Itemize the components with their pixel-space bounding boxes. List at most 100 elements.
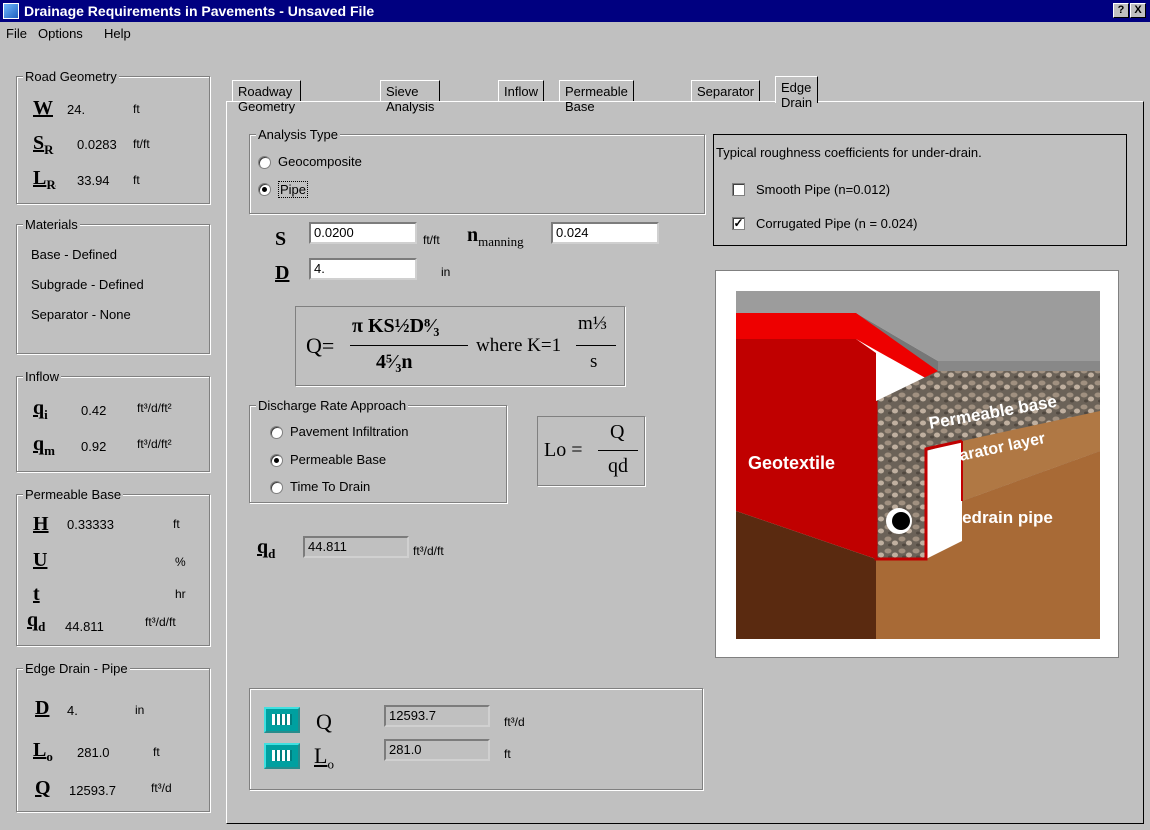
discharge-title: Discharge Rate Approach (256, 398, 409, 413)
materials-subgrade: Subgrade - Defined (31, 277, 144, 292)
formula-k-bar (576, 345, 616, 346)
tab-roadway-geometry[interactable]: Roadway Geometry (232, 80, 302, 114)
lr-symbol: LR (33, 167, 56, 192)
help-button[interactable]: ? (1113, 3, 1129, 18)
t-unit: hr (175, 587, 186, 601)
lo-formula-lhs: Lo = (544, 439, 583, 461)
result-lo-symbol: Lo (314, 743, 334, 772)
smooth-pipe-label[interactable]: Smooth Pipe (n=0.012) (756, 182, 890, 197)
menu-options[interactable]: Options (38, 26, 83, 41)
label-geotextile: Geotextile (748, 453, 835, 473)
window-title: Drainage Requirements in Pavements - Uns… (24, 3, 375, 19)
app-icon (3, 3, 19, 19)
lo-formula-bar (598, 450, 638, 451)
q-symbol: Q (35, 777, 51, 799)
sr-symbol: SR (33, 132, 54, 157)
radio-time-to-drain[interactable] (270, 481, 283, 494)
lo-unit: ft (153, 745, 160, 759)
formula-where: where K=1 (476, 335, 562, 356)
road-geometry-group: Road Geometry W 24. ft SR 0.0283 ft/ft L… (16, 69, 210, 204)
tab-edge-drain[interactable]: Edge Drain (775, 76, 819, 110)
menu-help[interactable]: Help (104, 26, 131, 41)
calculate-lo-button[interactable] (264, 743, 300, 769)
results-group: Q 12593.7 ft³/d Lo 281.0 ft (249, 688, 703, 790)
tab-permeable-base[interactable]: Permeable Base (559, 80, 634, 114)
edge-drain-panel: Analysis Type Geocomposite Pipe S 0.0200… (226, 101, 1144, 824)
radio-pipe[interactable] (258, 183, 271, 196)
qd-field-symbol: qd (257, 536, 276, 561)
roughness-title: Typical roughness coefficients for under… (716, 145, 982, 160)
analysis-type-group: Analysis Type Geocomposite Pipe (249, 127, 705, 214)
materials-base: Base - Defined (31, 247, 117, 262)
h-unit: ft (173, 517, 180, 531)
n-manning-input[interactable]: 0.024 (551, 222, 659, 244)
corrugated-pipe-label[interactable]: Corrugated Pipe (n = 0.024) (756, 216, 918, 231)
tab-inflow[interactable]: Inflow (498, 80, 544, 102)
n-manning-symbol: nmanning (467, 224, 524, 249)
pavement-infiltration-label[interactable]: Pavement Infiltration (290, 424, 409, 439)
lo-formula: Lo = Q qd (537, 416, 645, 486)
permeable-base-title: Permeable Base (23, 487, 124, 502)
edge-drain-group: Edge Drain - Pipe D 4. in Lo 281.0 ft Q … (16, 661, 210, 812)
tab-separator[interactable]: Separator (691, 80, 761, 102)
roughness-group: Typical roughness coefficients for under… (713, 134, 1127, 246)
s-input[interactable]: 0.0200 (309, 222, 417, 244)
q-formula: Q= π KS½D⁸⁄₃ 4⁵⁄₃n where K=1 m⅓ s (295, 306, 625, 386)
qi-value: 0.42 (81, 403, 107, 418)
inflow-group: Inflow qi 0.42 ft³/d/ft² qm 0.92 ft³/d/f… (16, 369, 210, 472)
radio-geocomposite[interactable] (258, 156, 271, 169)
lr-value: 33.94 (77, 173, 110, 188)
geocomposite-label[interactable]: Geocomposite (278, 154, 362, 169)
d-value: 4. (67, 703, 78, 718)
pipe-label[interactable]: Pipe (278, 181, 309, 198)
qd-value: 44.811 (65, 619, 104, 634)
qi-unit: ft³/d/ft² (137, 401, 172, 415)
radio-permeable-base[interactable] (270, 454, 283, 467)
label-edgedrain-pipe: Edgedrain pipe (930, 508, 1053, 527)
q-unit: ft³/d (151, 781, 172, 795)
lo-formula-num: Q (610, 421, 625, 443)
menu-file[interactable]: File (6, 26, 27, 41)
discharge-group: Discharge Rate Approach Pavement Infiltr… (249, 398, 507, 503)
menu-bar: File Options Help (0, 22, 1150, 44)
radio-pavement-infiltration[interactable] (270, 426, 283, 439)
qm-value: 0.92 (81, 439, 107, 454)
w-value: 24. (67, 102, 86, 117)
edge-drain-title: Edge Drain - Pipe (23, 661, 130, 676)
smooth-pipe-checkbox[interactable] (732, 183, 745, 196)
close-button[interactable]: X (1130, 3, 1146, 18)
s-symbol: S (275, 228, 287, 250)
sr-value: 0.0283 (77, 137, 117, 152)
inflow-title: Inflow (23, 369, 61, 384)
time-to-drain-label[interactable]: Time To Drain (290, 479, 370, 494)
lo-symbol: Lo (33, 739, 53, 764)
s-unit: ft/ft (423, 233, 440, 247)
w-unit: ft (133, 102, 140, 116)
result-q-symbol: Q (316, 709, 332, 734)
h-symbol: H (33, 513, 49, 535)
materials-title: Materials (23, 217, 80, 232)
formula-numerator: π KS½D⁸⁄₃ (352, 315, 440, 337)
lo-value: 281.0 (77, 745, 110, 760)
calculate-q-button[interactable] (264, 707, 300, 733)
d-symbol: D (35, 697, 50, 719)
qm-unit: ft³/d/ft² (137, 437, 172, 451)
permeable-base-label[interactable]: Permeable Base (290, 452, 386, 467)
d-input-unit: in (441, 265, 451, 279)
qd-symbol: qd (27, 609, 46, 634)
diagram-illustration: Permeable base Separator layer Geotextil… (732, 289, 1102, 639)
materials-separator: Separator - None (31, 307, 131, 322)
d-input-symbol: D (275, 262, 290, 284)
d-unit: in (135, 703, 145, 717)
w-symbol: W (33, 97, 53, 119)
formula-bar (350, 345, 468, 346)
title-bar: Drainage Requirements in Pavements - Uns… (0, 0, 1150, 22)
d-input[interactable]: 4. (309, 258, 417, 280)
qd-unit: ft³/d/ft (145, 615, 176, 629)
materials-group: Materials Base - Defined Subgrade - Defi… (16, 217, 210, 354)
result-q-field: 12593.7 (384, 705, 490, 727)
road-geometry-title: Road Geometry (23, 69, 119, 84)
corrugated-pipe-checkbox[interactable]: ✓ (732, 217, 745, 230)
qd-field: 44.811 (303, 536, 409, 558)
tab-sieve-analysis[interactable]: Sieve Analysis (380, 80, 441, 114)
